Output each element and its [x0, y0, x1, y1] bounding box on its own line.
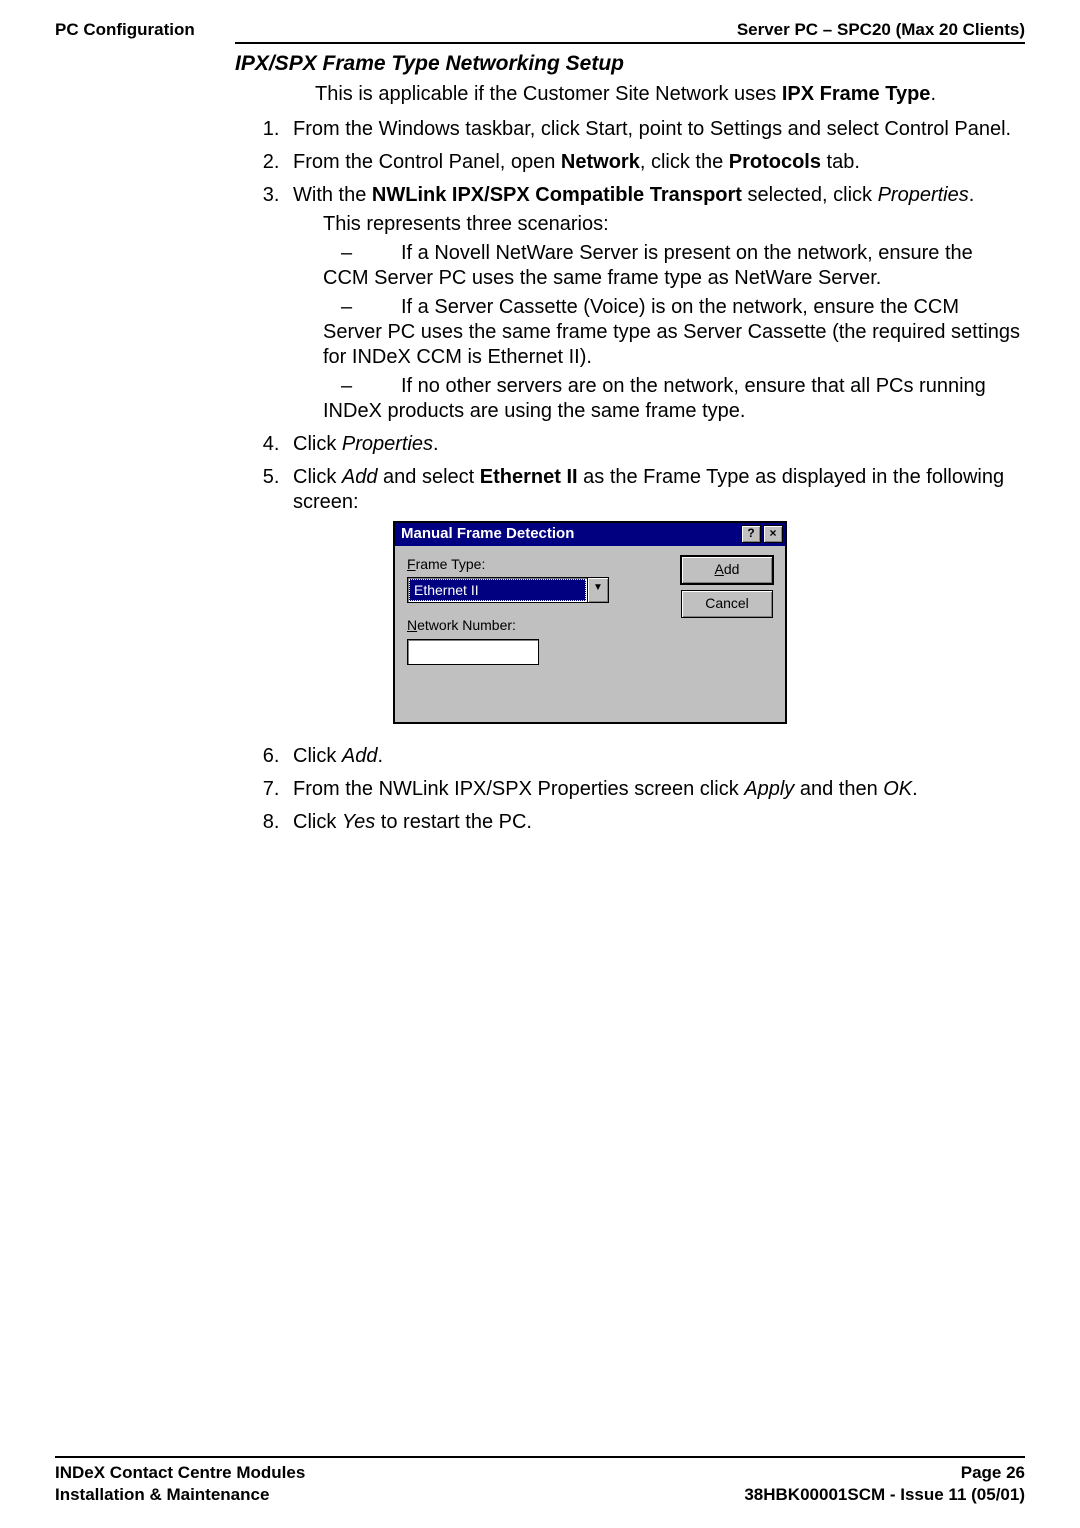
footer-rule [55, 1456, 1025, 1458]
header-rule [235, 42, 1025, 44]
network-number-label-rest: etwork Number: [417, 617, 516, 633]
intro-pre: This is applicable if the Customer Site … [315, 83, 782, 105]
chevron-down-icon[interactable]: ▼ [587, 578, 608, 602]
add-button[interactable]: Add [681, 556, 773, 584]
step-3: With the NWLink IPX/SPX Compatible Trans… [285, 183, 1025, 424]
step-2-c: , click the [640, 151, 729, 173]
step-7: From the NWLink IPX/SPX Properties scree… [285, 777, 1025, 802]
page-header: PC Configuration Server PC – SPC20 (Max … [55, 20, 1025, 42]
step-2-b: Network [561, 151, 640, 173]
step-5-b: Add [342, 466, 378, 488]
step-7-d: OK [883, 778, 912, 800]
intro-bold: IPX Frame Type [782, 83, 931, 105]
step-7-a: From the NWLink IPX/SPX Properties scree… [293, 778, 744, 800]
dialog-body: Frame Type: Ethernet II ▼ Network Number… [395, 546, 785, 722]
step-3-d2-cont: Server PC uses the same frame type as Se… [323, 320, 1025, 370]
frame-type-value: Ethernet II [409, 579, 586, 601]
step-6: Click Add. [285, 744, 1025, 769]
network-number-mnemonic: N [407, 617, 417, 633]
manual-frame-detection-dialog: Manual Frame Detection ? × Frame Type: [393, 521, 787, 724]
footer-right: Page 26 38HBK00001SCM - Issue 11 (05/01) [744, 1462, 1025, 1506]
step-3-d: Properties [878, 184, 969, 206]
step-4-c: . [433, 433, 439, 455]
section-title: IPX/SPX Frame Type Networking Setup [235, 52, 1025, 76]
step-1: From the Windows taskbar, click Start, p… [285, 117, 1025, 142]
step-3-dash-3: –If no other servers are on the network,… [323, 374, 1025, 424]
header-left: PC Configuration [55, 20, 195, 40]
add-mnemonic: A [715, 561, 724, 577]
step-4-a: Click [293, 433, 342, 455]
step-3-dash-2: –If a Server Cassette (Voice) is on the … [323, 295, 1025, 370]
step-8-c: to restart the PC. [375, 811, 532, 833]
footer-left-1: INDeX Contact Centre Modules [55, 1462, 305, 1484]
dash-glyph: – [323, 241, 401, 266]
titlebar-buttons: ? × [741, 525, 783, 543]
intro-line: This is applicable if the Customer Site … [315, 82, 1025, 107]
footer-left: INDeX Contact Centre Modules Installatio… [55, 1462, 305, 1506]
body-content: This is applicable if the Customer Site … [315, 82, 1025, 835]
header-right: Server PC – SPC20 (Max 20 Clients) [737, 20, 1025, 40]
step-3-sub-intro: This represents three scenarios: [323, 212, 1025, 237]
step-4: Click Properties. [285, 432, 1025, 457]
step-8-b: Yes [342, 811, 375, 833]
dialog-titlebar: Manual Frame Detection ? × [395, 523, 785, 546]
page-footer: INDeX Contact Centre Modules Installatio… [55, 1456, 1025, 1506]
step-6-b: Add [342, 745, 378, 767]
help-icon[interactable]: ? [741, 525, 761, 543]
step-8-a: Click [293, 811, 342, 833]
network-number-label: Network Number: [407, 617, 773, 635]
step-5-d: Ethernet II [480, 466, 578, 488]
step-3-sub: This represents three scenarios: –If a N… [323, 212, 1025, 424]
step-2-d: Protocols [729, 151, 821, 173]
dialog-title: Manual Frame Detection [401, 525, 574, 544]
add-rest: dd [724, 561, 740, 577]
step-1-text: From the Windows taskbar, click Start, p… [293, 118, 1011, 140]
step-8: Click Yes to restart the PC. [285, 810, 1025, 835]
step-2-e: tab. [821, 151, 860, 173]
step-3-d1-cont: CCM Server PC uses the same frame type a… [323, 266, 1025, 291]
steps-list: From the Windows taskbar, click Start, p… [285, 117, 1025, 835]
step-5-c: and select [377, 466, 479, 488]
dash-glyph: – [323, 374, 401, 399]
step-3-c: selected, click [742, 184, 878, 206]
step-5-a: Click [293, 466, 342, 488]
step-3-dash-1: –If a Novell NetWare Server is present o… [323, 241, 1025, 291]
step-3-d2-lead: If a Server Cassette (Voice) is on the n… [401, 296, 959, 318]
step-6-a: Click [293, 745, 342, 767]
frame-type-label-rest: rame Type: [416, 556, 486, 572]
step-2: From the Control Panel, open Network, cl… [285, 150, 1025, 175]
step-6-c: . [377, 745, 383, 767]
footer-right-1: Page 26 [744, 1462, 1025, 1484]
network-number-input[interactable] [407, 639, 539, 665]
step-3-d3-lead: If no other servers are on the network, … [401, 375, 986, 397]
frame-type-mnemonic: F [407, 556, 416, 572]
step-4-b: Properties [342, 433, 433, 455]
dash-glyph: – [323, 295, 401, 320]
footer-left-2: Installation & Maintenance [55, 1484, 305, 1506]
step-7-b: Apply [744, 778, 794, 800]
step-7-c: and then [794, 778, 883, 800]
step-3-b: NWLink IPX/SPX Compatible Transport [372, 184, 742, 206]
cancel-button[interactable]: Cancel [681, 590, 773, 618]
step-3-d1-lead: If a Novell NetWare Server is present on… [401, 242, 973, 264]
step-3-e: . [969, 184, 975, 206]
step-3-a: With the [293, 184, 372, 206]
close-icon[interactable]: × [763, 525, 783, 543]
step-2-a: From the Control Panel, open [293, 151, 561, 173]
footer-right-2: 38HBK00001SCM - Issue 11 (05/01) [744, 1484, 1025, 1506]
step-7-e: . [912, 778, 918, 800]
frame-type-combo[interactable]: Ethernet II ▼ [407, 577, 609, 603]
step-3-d3-cont: INDeX products are using the same frame … [323, 399, 1025, 424]
dialog-buttons: Add Cancel [681, 556, 773, 618]
step-5: Click Add and select Ethernet II as the … [285, 465, 1025, 724]
intro-post: . [930, 83, 936, 105]
dialog-screenshot: Manual Frame Detection ? × Frame Type: [393, 521, 1025, 724]
